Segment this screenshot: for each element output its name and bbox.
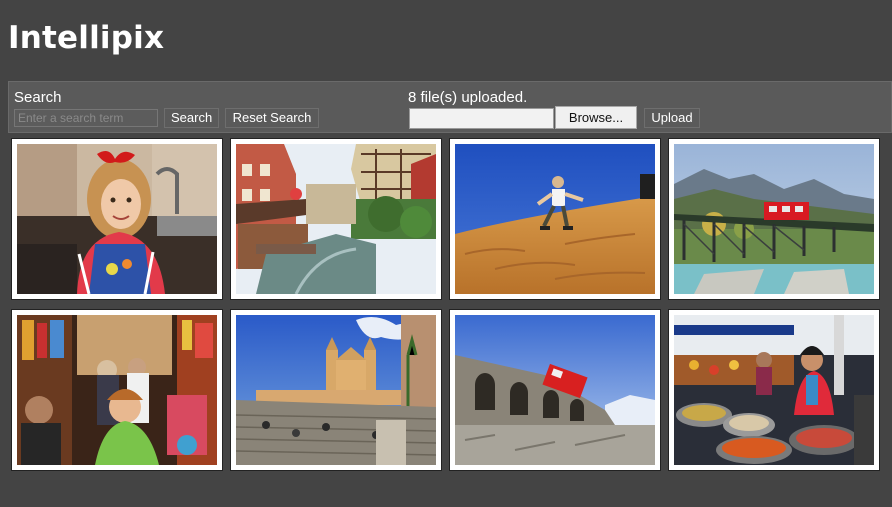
photo-image [674, 315, 874, 465]
upload-status: 8 file(s) uploaded. [408, 89, 528, 106]
file-path-field[interactable] [409, 108, 554, 129]
photo-thumbnail[interactable] [11, 309, 223, 471]
photo-image [674, 144, 874, 294]
photo-image [17, 144, 217, 294]
upload-button[interactable]: Upload [644, 108, 700, 128]
toolbar: Search Search Reset Search 8 file(s) upl… [8, 81, 892, 133]
photo-thumbnail[interactable] [11, 138, 223, 300]
photo-image [455, 144, 655, 294]
photo-thumbnail[interactable] [230, 138, 442, 300]
photo-thumbnail[interactable] [668, 309, 880, 471]
photo-thumbnail[interactable] [449, 138, 661, 300]
photo-grid [11, 138, 880, 471]
photo-thumbnail[interactable] [449, 309, 661, 471]
app-title: Intellipix [8, 20, 165, 56]
photo-image [236, 315, 436, 465]
photo-thumbnail[interactable] [230, 309, 442, 471]
photo-image [455, 315, 655, 465]
search-label: Search [14, 89, 62, 106]
photo-image [17, 315, 217, 465]
reset-search-button[interactable]: Reset Search [225, 108, 319, 128]
photo-thumbnail[interactable] [668, 138, 880, 300]
search-input[interactable] [14, 109, 158, 127]
browse-button[interactable]: Browse... [555, 106, 637, 129]
photo-image [236, 144, 436, 294]
search-button[interactable]: Search [164, 108, 219, 128]
